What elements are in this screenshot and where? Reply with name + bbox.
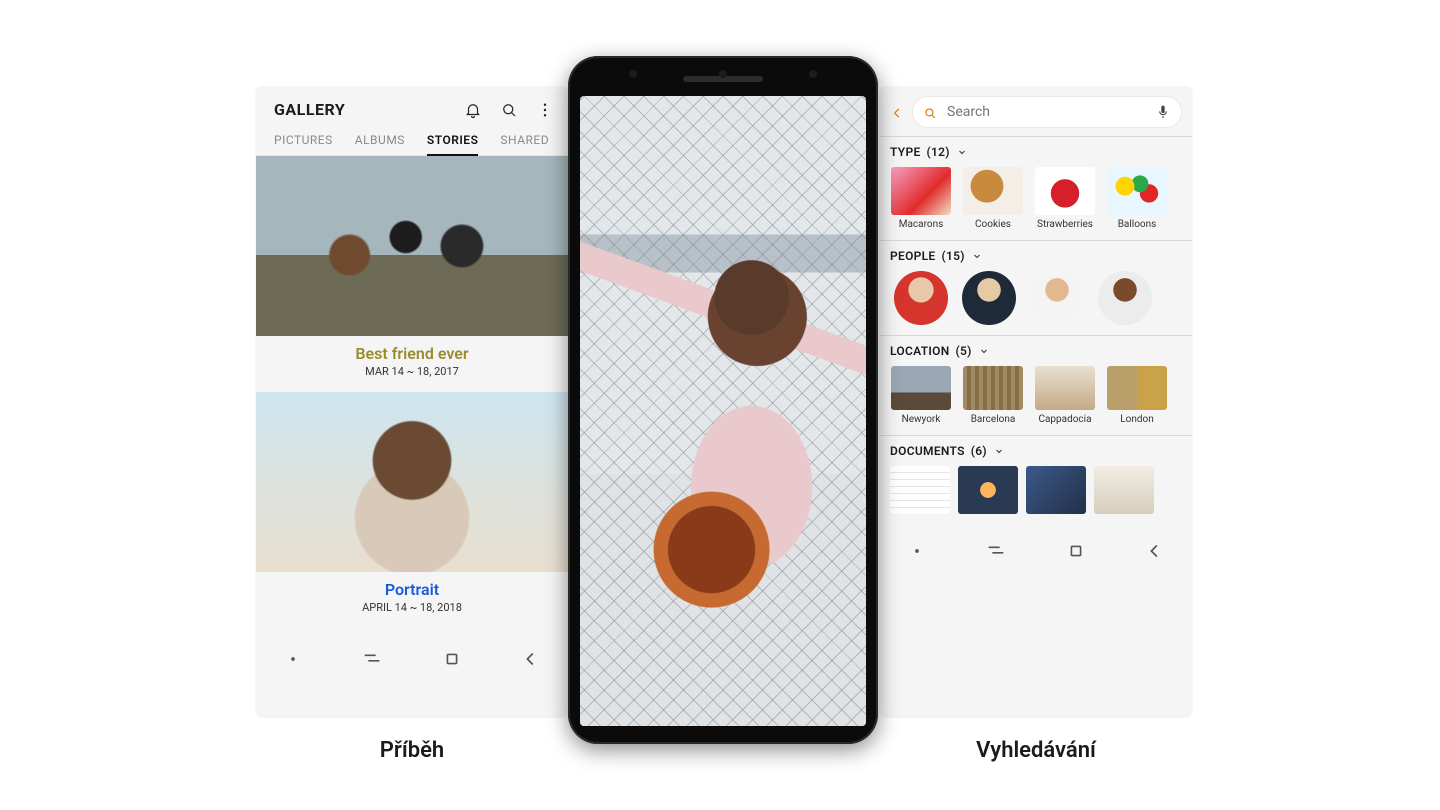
section-location-label: LOCATION [890,344,950,358]
phone-screen [580,96,866,726]
type-item[interactable]: Balloons [1106,167,1168,230]
nav-recents-icon[interactable] [985,540,1007,562]
caption-right: Vyhledávání [880,738,1192,763]
story-date: MAR 14 ~ 18, 2017 [256,365,568,378]
nav-bar [256,634,568,674]
location-item[interactable]: Barcelona [962,366,1024,425]
document-thumb[interactable] [958,466,1018,514]
story-thumbnail [256,156,568,336]
nav-back-icon[interactable] [1144,540,1166,562]
chevron-down-icon [978,345,990,357]
gallery-search-panel: TYPE (12) Macarons Cookies Strawberries … [880,86,1192,716]
document-thumb[interactable] [1094,466,1154,514]
search-input[interactable] [945,103,1147,121]
nav-bar [880,526,1192,566]
section-location-header[interactable]: LOCATION (5) [890,344,1182,358]
nav-home-icon[interactable] [1065,540,1087,562]
thumbnail [1035,366,1095,410]
person-avatar[interactable] [894,271,948,325]
thumbnail [891,366,951,410]
thumbnail [1107,167,1167,215]
story-card[interactable]: Portrait APRIL 14 ~ 18, 2018 [256,392,568,628]
thumbnail [1035,167,1095,215]
thumb-label: Barcelona [971,414,1016,425]
section-documents-label: DOCUMENTS [890,444,965,458]
thumb-label: Newyork [902,414,941,425]
thumbnail [963,167,1023,215]
section-type-count: (12) [927,145,950,159]
person-avatar[interactable] [1098,271,1152,325]
thumb-label: Cookies [975,219,1011,230]
chevron-down-icon [971,250,983,262]
section-documents-header[interactable]: DOCUMENTS (6) [890,444,1182,458]
section-type: TYPE (12) Macarons Cookies Strawberries … [880,136,1192,240]
tab-shared[interactable]: SHARED [500,127,549,155]
location-item[interactable]: Cappadocia [1034,366,1096,425]
more-icon[interactable] [536,101,554,119]
section-location: LOCATION (5) Newyork Barcelona Cappadoci… [880,335,1192,435]
type-item[interactable]: Strawberries [1034,167,1096,230]
thumbnail [963,366,1023,410]
chevron-down-icon [993,445,1005,457]
back-icon[interactable] [890,105,904,119]
phone-frame [568,56,878,744]
story-title: Portrait [256,580,568,599]
person-avatar[interactable] [1030,271,1084,325]
tab-albums[interactable]: ALBUMS [355,127,405,155]
location-item[interactable]: Newyork [890,366,952,425]
section-type-header[interactable]: TYPE (12) [890,145,1182,159]
section-people-count: (15) [942,249,965,263]
nav-home-icon[interactable] [441,648,463,670]
nav-dot-icon[interactable] [282,648,304,670]
thumbnail [891,167,951,215]
person-avatar[interactable] [962,271,1016,325]
document-thumb[interactable] [890,466,950,514]
story-thumbnail [256,392,568,572]
search-icon [923,105,937,119]
gallery-stories-panel: GALLERY PICTURES ALBUMS STORIES SHARED [256,86,568,716]
section-people-header[interactable]: PEOPLE (15) [890,249,1182,263]
nav-dot-icon[interactable] [906,540,928,562]
section-type-label: TYPE [890,145,921,159]
type-item[interactable]: Cookies [962,167,1024,230]
section-location-count: (5) [956,344,972,358]
bell-icon[interactable] [464,101,482,119]
story-date: APRIL 14 ~ 18, 2018 [256,601,568,614]
section-documents: DOCUMENTS (6) [880,435,1192,524]
thumb-label: London [1120,414,1153,425]
thumbnail [1107,366,1167,410]
type-item[interactable]: Macarons [890,167,952,230]
section-documents-count: (6) [971,444,987,458]
thumb-label: Strawberries [1037,219,1093,230]
story-card[interactable]: Best friend ever MAR 14 ~ 18, 2017 [256,156,568,392]
fullscreen-photo[interactable] [580,96,866,726]
nav-back-icon[interactable] [520,648,542,670]
story-title: Best friend ever [256,344,568,363]
thumb-label: Cappadocia [1038,414,1091,425]
section-people-label: PEOPLE [890,249,936,263]
search-icon[interactable] [500,101,518,119]
location-item[interactable]: London [1106,366,1168,425]
gallery-tabs: PICTURES ALBUMS STORIES SHARED [256,127,568,156]
mic-icon[interactable] [1155,104,1171,120]
tab-stories[interactable]: STORIES [427,127,478,155]
document-thumb[interactable] [1026,466,1086,514]
search-box[interactable] [912,96,1182,128]
gallery-title: GALLERY [274,100,345,119]
caption-left: Příběh [256,738,568,763]
chevron-down-icon [956,146,968,158]
thumb-label: Macarons [899,219,944,230]
nav-recents-icon[interactable] [361,648,383,670]
section-people: PEOPLE (15) [880,240,1192,335]
thumb-label: Balloons [1118,219,1157,230]
tab-pictures[interactable]: PICTURES [274,127,333,155]
